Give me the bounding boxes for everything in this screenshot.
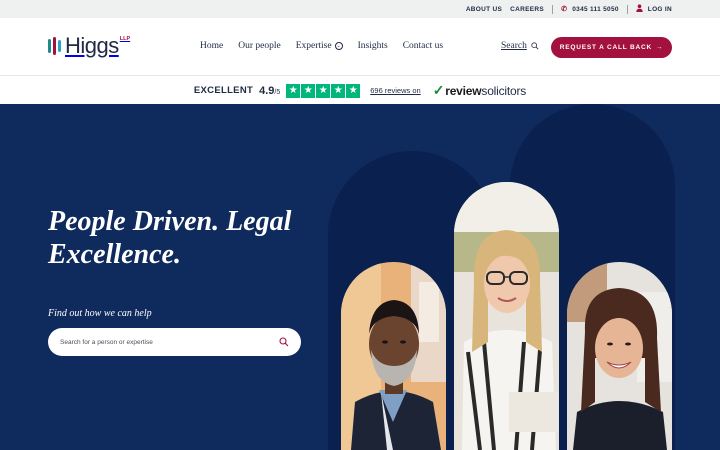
cta-label: REQUEST A CALL BACK <box>559 44 652 51</box>
request-call-back-button[interactable]: REQUEST A CALL BACK → <box>551 37 672 58</box>
logo-mark-icon <box>48 37 61 55</box>
reviews-banner[interactable]: EXCELLENT 4.9/5 ★ ★ ★ ★ ★ 696 reviews on… <box>0 77 720 104</box>
careers-link[interactable]: CAREERS <box>510 6 544 13</box>
person-photo-woman-glasses <box>454 182 559 450</box>
phone-link[interactable]: ✆ 0345 111 5050 <box>561 5 619 14</box>
phone-icon: ✆ <box>561 6 568 13</box>
rating-score: 4.9/5 <box>259 85 280 97</box>
chevron-down-icon: ⌄ <box>334 42 343 50</box>
nav-insights[interactable]: Insights <box>358 41 388 51</box>
person-photo-man <box>341 262 446 450</box>
star-icon: ★ <box>286 83 301 98</box>
utility-bar: ABOUT US CAREERS ✆ 0345 111 5050 LOG IN <box>0 0 720 18</box>
phone-number: 0345 111 5050 <box>572 5 619 13</box>
divider <box>552 4 554 14</box>
divider <box>626 4 628 14</box>
hero-search-box[interactable] <box>48 328 301 356</box>
nav-contact-us[interactable]: Contact us <box>403 41 443 51</box>
hero-section: People Driven. Legal Excellence. Find ou… <box>0 104 720 450</box>
hero-help-label: Find out how we can help <box>48 308 152 319</box>
search-icon[interactable] <box>279 337 289 347</box>
user-icon <box>636 4 643 14</box>
review-count[interactable]: 696 reviews on <box>370 86 420 95</box>
hero-search-input[interactable] <box>60 338 279 346</box>
search-icon <box>531 42 539 50</box>
star-icon: ★ <box>346 83 361 98</box>
brand-suffix: solicitors <box>481 83 527 98</box>
star-icon: ★ <box>331 83 346 98</box>
reviewsolicitors-logo: ✓ review solicitors <box>432 82 527 99</box>
nav-expertise[interactable]: Expertise ⌄ <box>296 41 343 51</box>
brand-prefix: review <box>445 83 482 98</box>
logo-wordmark: Higgs <box>65 33 119 58</box>
site-header: Higgs LLP Home Our people Expertise ⌄ In… <box>0 18 720 76</box>
login-label: LOG IN <box>647 5 672 13</box>
person-photo-woman-smiling <box>567 262 672 450</box>
arrow-right-icon: → <box>655 44 664 51</box>
nav-our-people[interactable]: Our people <box>238 41 280 51</box>
star-icon: ★ <box>316 83 331 98</box>
star-icon: ★ <box>301 83 316 98</box>
main-nav: Home Our people Expertise ⌄ Insights Con… <box>200 41 443 51</box>
rating-score-suffix: /5 <box>274 88 281 96</box>
higgs-logo[interactable]: Higgs LLP <box>48 34 130 58</box>
about-us-link[interactable]: ABOUT US <box>466 6 502 13</box>
checkmark-icon: ✓ <box>432 82 445 98</box>
rating-score-value: 4.9 <box>259 84 275 97</box>
header-search-button[interactable]: Search <box>501 41 539 51</box>
nav-home[interactable]: Home <box>200 41 223 51</box>
rating-word: EXCELLENT <box>193 85 254 96</box>
login-link[interactable]: LOG IN <box>636 4 672 14</box>
nav-expertise-label: Expertise <box>295 41 332 51</box>
hero-title: People Driven. Legal Excellence. <box>48 206 292 270</box>
rating-stars: ★ ★ ★ ★ ★ <box>286 83 361 98</box>
logo-llp: LLP <box>119 36 131 42</box>
search-label: Search <box>501 41 527 51</box>
